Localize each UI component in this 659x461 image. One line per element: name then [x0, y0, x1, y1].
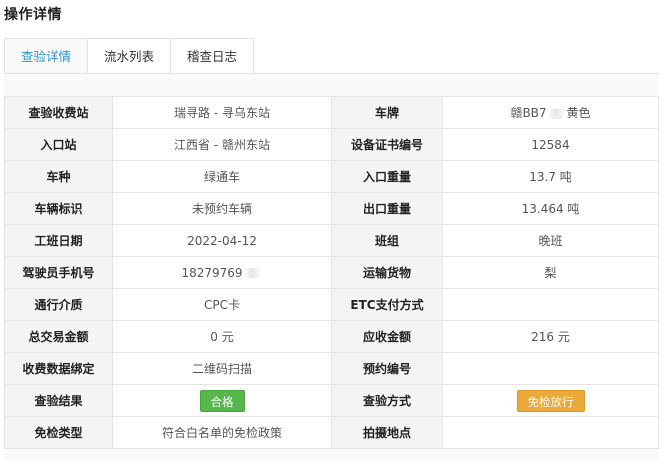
- redacted-blur: [547, 108, 566, 119]
- table-row: 车辆标识 未预约车辆 出口重量 13.464 吨: [4, 192, 659, 225]
- value-entry-station: 江西省 - 赣州东站: [112, 128, 332, 161]
- table-row: 入口站 江西省 - 赣州东站 设备证书编号 12584: [4, 128, 659, 161]
- operation-detail-page: 操作详情 查验详情 流水列表 稽查日志 查验收费站 瑞寻路 - 寻乌东站 车牌 …: [0, 0, 659, 461]
- label-driver-phone: 驾驶员手机号: [4, 256, 113, 289]
- label-pass-medium: 通行介质: [4, 288, 113, 321]
- tab-inspection-detail[interactable]: 查验详情: [4, 38, 89, 74]
- value-data-binding: 二维码扫描: [112, 352, 332, 385]
- label-shift-date: 工班日期: [4, 224, 113, 257]
- table-row: 车种 绿通车 入口重量 13.7 吨: [4, 160, 659, 193]
- value-driver-phone: 18279769: [112, 256, 332, 289]
- value-shift-group: 晚班: [442, 224, 659, 257]
- exempt-release-badge[interactable]: 免检放行: [516, 389, 585, 412]
- tab-divider: [4, 73, 659, 74]
- value-toll-station: 瑞寻路 - 寻乌东站: [112, 96, 332, 129]
- value-receivable: 216 元: [442, 320, 659, 353]
- value-total-amount: 0 元: [112, 320, 332, 353]
- label-entry-station: 入口站: [4, 128, 113, 161]
- tab-audit-log[interactable]: 稽查日志: [171, 38, 255, 74]
- table-row: 驾驶员手机号 18279769 运输货物 梨: [4, 256, 659, 289]
- table-row: 收费数据绑定 二维码扫描 预约编号: [4, 352, 659, 385]
- plate-color: 黄色: [566, 106, 591, 120]
- label-etc-payment: ETC支付方式: [331, 288, 443, 321]
- label-total-amount: 总交易金额: [4, 320, 113, 353]
- label-data-binding: 收费数据绑定: [4, 352, 113, 385]
- driver-phone-number: 18279769: [181, 265, 243, 280]
- value-pass-medium: CPC卡: [112, 288, 332, 321]
- value-device-cert: 12584: [442, 128, 659, 161]
- value-etc-payment: [442, 288, 659, 321]
- label-inspection-method: 查验方式: [331, 384, 443, 417]
- page-title: 操作详情: [4, 7, 62, 23]
- label-entry-weight: 入口重量: [331, 160, 443, 193]
- value-entry-weight: 13.7 吨: [442, 160, 659, 193]
- value-inspection-result: 合格: [112, 384, 332, 417]
- plate-number: 赣BB7: [510, 106, 547, 120]
- value-shift-date: 2022-04-12: [112, 224, 332, 257]
- label-device-cert: 设备证书编号: [331, 128, 443, 161]
- value-exempt-type: 符合白名单的免检政策: [112, 416, 332, 449]
- table-row: 通行介质 CPC卡 ETC支付方式: [4, 288, 659, 321]
- value-vehicle-mark: 未预约车辆: [112, 192, 332, 225]
- table-row: 查验收费站 瑞寻路 - 寻乌东站 车牌 赣BB7 黄色: [4, 96, 659, 129]
- label-exit-weight: 出口重量: [331, 192, 443, 225]
- label-plate: 车牌: [331, 96, 443, 129]
- label-vehicle-type: 车种: [4, 160, 113, 193]
- table-row: 总交易金额 0 元 应收金额 216 元: [4, 320, 659, 353]
- value-plate: 赣BB7 黄色: [442, 96, 659, 129]
- label-toll-station: 查验收费站: [4, 96, 113, 129]
- label-receivable: 应收金额: [331, 320, 443, 353]
- label-photo-location: 拍摄地点: [331, 416, 443, 449]
- redacted-blur: [243, 268, 262, 278]
- label-exempt-type: 免检类型: [4, 416, 113, 449]
- table-row: 查验结果 合格 查验方式 免检放行: [4, 384, 659, 417]
- tab-bar: 查验详情 流水列表 稽查日志: [4, 38, 255, 74]
- detail-table: 查验收费站 瑞寻路 - 寻乌东站 车牌 赣BB7 黄色 入口站 江西省 - 赣州东…: [4, 96, 659, 449]
- table-row: 免检类型 符合白名单的免检政策 拍摄地点: [4, 416, 659, 449]
- tab-transaction-list[interactable]: 流水列表: [88, 38, 172, 74]
- label-inspection-result: 查验结果: [4, 384, 113, 417]
- label-reservation-no: 预约编号: [331, 352, 443, 385]
- table-row: 工班日期 2022-04-12 班组 晚班: [4, 224, 659, 257]
- pass-badge[interactable]: 合格: [199, 389, 245, 412]
- value-exit-weight: 13.464 吨: [442, 192, 659, 225]
- value-photo-location: [442, 416, 659, 449]
- label-cargo: 运输货物: [331, 256, 443, 289]
- value-inspection-method: 免检放行: [442, 384, 659, 417]
- label-vehicle-mark: 车辆标识: [4, 192, 113, 225]
- label-shift-group: 班组: [331, 224, 443, 257]
- value-reservation-no: [442, 352, 659, 385]
- value-cargo: 梨: [442, 256, 659, 289]
- value-vehicle-type: 绿通车: [112, 160, 332, 193]
